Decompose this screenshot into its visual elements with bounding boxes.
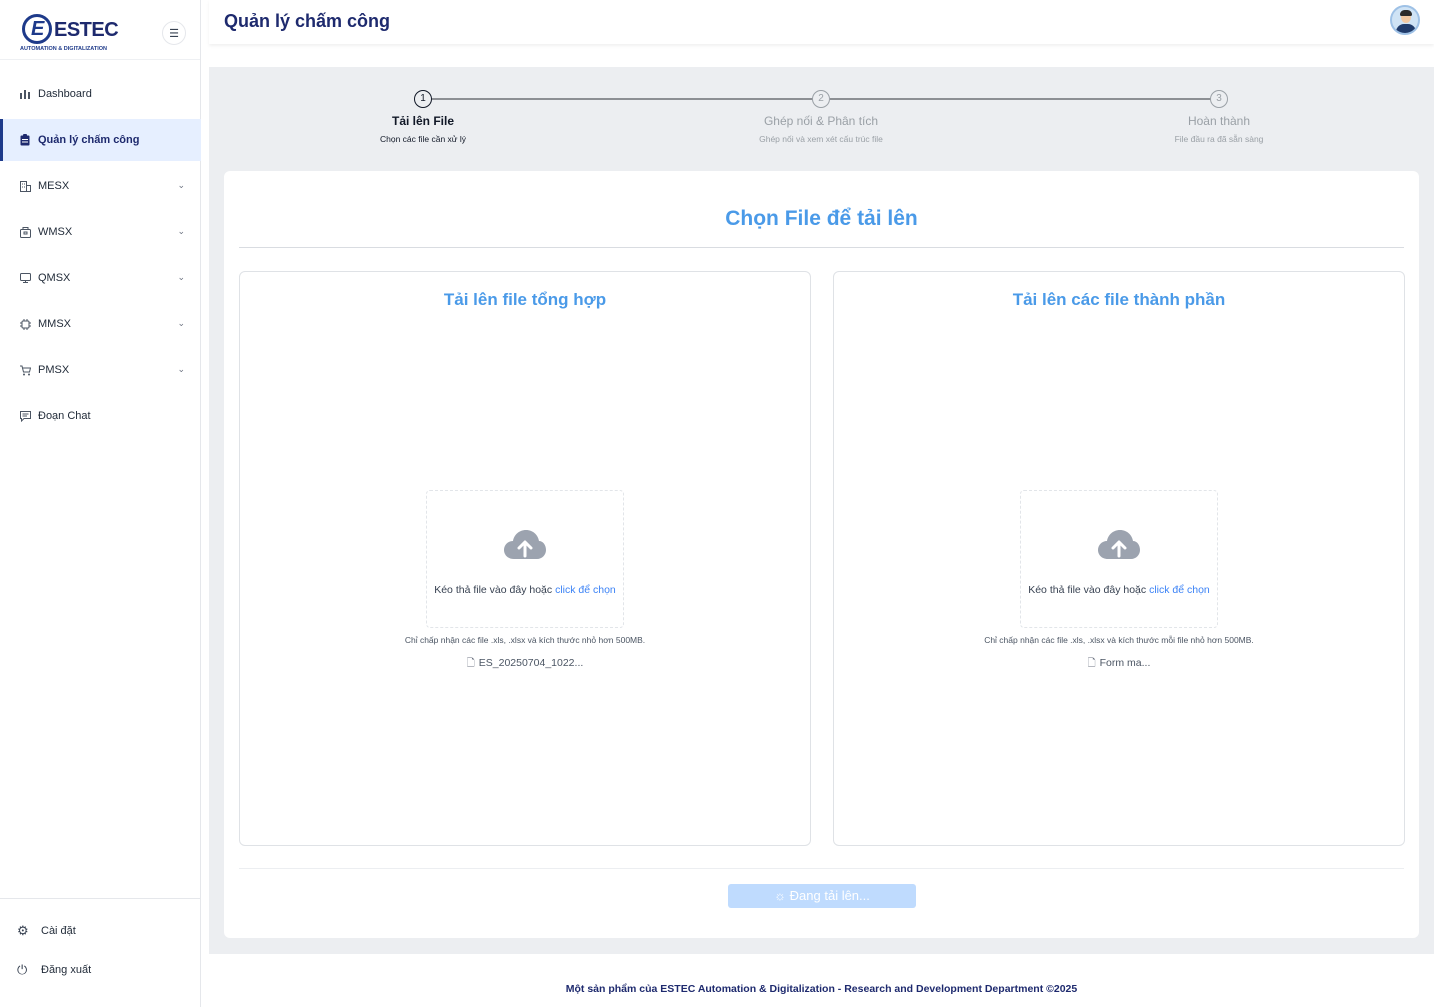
sidebar-bottom: ⚙ Cài đặt ⏻ Đăng xuất bbox=[0, 898, 201, 989]
click-to-choose-link[interactable]: click để chọn bbox=[1149, 584, 1210, 596]
sidebar-item-label: QMSX bbox=[38, 272, 71, 284]
selected-file[interactable]: 🗋 Form ma... bbox=[834, 656, 1404, 673]
sidebar-item-wmsx[interactable]: WMSX ⌄ bbox=[0, 211, 201, 253]
chevron-down-icon: ⌄ bbox=[177, 364, 185, 374]
sidebar-item-attendance[interactable]: Quản lý chấm công bbox=[0, 119, 201, 161]
building-icon bbox=[19, 180, 31, 192]
step-number: 1 bbox=[414, 90, 432, 108]
card-title: Chọn File để tải lên bbox=[725, 207, 918, 230]
upload-button-label: Đang tải lên... bbox=[789, 888, 870, 903]
menu-toggle-button[interactable]: ☰ bbox=[162, 21, 186, 45]
component-files-panel: Tải lên các file thành phần Kéo thả file… bbox=[833, 271, 1405, 846]
dropzone-instruction: Kéo thả file vào đây hoặc bbox=[1028, 584, 1150, 596]
cart-icon bbox=[19, 364, 31, 376]
sidebar-item-pmsx[interactable]: PMSX ⌄ bbox=[0, 349, 201, 391]
brand-name: ESTEC bbox=[54, 19, 119, 41]
avatar-body bbox=[1396, 24, 1416, 33]
file-hint: Chỉ chấp nhận các file .xls, .xlsx và kí… bbox=[984, 635, 1254, 645]
sidebar-item-mmsx[interactable]: MMSX ⌄ bbox=[0, 303, 201, 345]
dropzone-instruction: Kéo thả file vào đây hoặc bbox=[434, 584, 556, 596]
monitor-icon bbox=[19, 272, 31, 284]
page-title: Quản lý chấm công bbox=[224, 11, 391, 31]
sidebar-item-label: MESX bbox=[38, 180, 70, 192]
upload-card: Chọn File để tải lên Tải lên file tổng h… bbox=[224, 171, 1419, 938]
panel-title: Tải lên các file thành phần bbox=[1012, 290, 1226, 309]
main-content: 1 Tải lên File Chọn các file cần xử lý 2… bbox=[209, 67, 1434, 954]
logo[interactable]: ESTEC AUTOMATION & DIGITALIZATION bbox=[20, 13, 119, 55]
step-subtitle: Ghép nối và xem xét cấu trúc file bbox=[759, 134, 883, 144]
logo-emblem-icon bbox=[22, 14, 52, 44]
chevron-down-icon: ⌄ bbox=[177, 272, 185, 282]
sidebar-item-label: PMSX bbox=[38, 364, 70, 376]
divider bbox=[239, 247, 1404, 248]
click-to-choose-link[interactable]: click để chọn bbox=[555, 584, 616, 596]
settings-label: Cài đặt bbox=[41, 924, 76, 937]
summary-file-panel: Tải lên file tổng hợp Kéo thả file vào đ… bbox=[239, 271, 811, 846]
spinner-icon: ☼ bbox=[774, 888, 790, 903]
power-icon: ⏻ bbox=[17, 961, 28, 977]
chevron-down-icon: ⌄ bbox=[177, 318, 185, 328]
sidebar-item-label: Dashboard bbox=[38, 88, 92, 100]
dropzone-text: Kéo thả file vào đây hoặc click để chọn bbox=[427, 584, 623, 596]
package-icon bbox=[19, 226, 31, 238]
step-merge: 2 Ghép nối & Phân tích Ghép nối và xem x… bbox=[721, 90, 921, 144]
chip-icon bbox=[19, 318, 31, 330]
sidebar-item-chat[interactable]: Đoạn Chat bbox=[0, 395, 201, 437]
step-label: Hoàn thành bbox=[1187, 114, 1251, 128]
clipboard-icon bbox=[19, 134, 31, 146]
sidebar-item-label: WMSX bbox=[38, 226, 73, 238]
step-subtitle: Chọn các file cần xử lý bbox=[379, 134, 466, 144]
chevron-down-icon: ⌄ bbox=[177, 226, 185, 236]
sidebar-item-label: MMSX bbox=[38, 318, 71, 330]
step-number: 3 bbox=[1210, 90, 1228, 108]
file-name: Form ma... bbox=[1099, 657, 1151, 669]
bar-chart-icon bbox=[19, 88, 31, 100]
settings-button[interactable]: ⚙ Cài đặt bbox=[0, 911, 201, 950]
logout-label: Đăng xuất bbox=[41, 963, 92, 976]
step-number: 2 bbox=[812, 90, 830, 108]
file-icon: 🗋 bbox=[1087, 658, 1096, 669]
file-name: ES_20250704_1022... bbox=[478, 657, 584, 669]
dropzone-text: Kéo thả file vào đây hoặc click để chọn bbox=[1021, 584, 1217, 596]
brand-tagline: AUTOMATION & DIGITALIZATION bbox=[20, 46, 107, 52]
step-label: Tải lên File bbox=[391, 114, 454, 128]
uploading-button[interactable]: ☼ Đang tải lên... bbox=[728, 884, 916, 908]
sidebar-item-label: Quản lý chấm công bbox=[38, 134, 140, 146]
sidebar-item-label: Đoạn Chat bbox=[38, 410, 91, 422]
step-label: Ghép nối & Phân tích bbox=[763, 114, 879, 128]
sidebar-nav: Dashboard Quản lý chấm công MESX ⌄ WMSX … bbox=[0, 73, 201, 441]
cloud-upload-icon bbox=[504, 530, 546, 559]
step-upload: 1 Tải lên File Chọn các file cần xử lý bbox=[323, 90, 523, 144]
sidebar: ESTEC AUTOMATION & DIGITALIZATION ☰ Dash… bbox=[0, 0, 201, 1007]
chevron-down-icon: ⌄ bbox=[177, 180, 185, 190]
gear-icon: ⚙ bbox=[17, 922, 29, 938]
step-complete: 3 Hoàn thành File đầu ra đã sẵn sàng bbox=[1119, 90, 1319, 144]
stepper: 1 Tải lên File Chọn các file cần xử lý 2… bbox=[209, 87, 1434, 157]
summary-dropzone[interactable]: Kéo thả file vào đây hoặc click để chọn bbox=[426, 490, 624, 628]
logo-row: ESTEC AUTOMATION & DIGITALIZATION ☰ bbox=[0, 0, 200, 60]
sidebar-item-dashboard[interactable]: Dashboard bbox=[0, 73, 201, 115]
footer-text: Một sản phẩm của ESTEC Automation & Digi… bbox=[565, 983, 1078, 995]
divider bbox=[239, 868, 1404, 869]
step-subtitle: File đầu ra đã sẵn sàng bbox=[1174, 134, 1264, 144]
hamburger-icon: ☰ bbox=[169, 27, 179, 40]
selected-file[interactable]: 🗋 ES_20250704_1022... bbox=[240, 656, 810, 673]
avatar[interactable] bbox=[1390, 5, 1420, 35]
logout-button[interactable]: ⏻ Đăng xuất bbox=[0, 950, 201, 989]
avatar-hair bbox=[1400, 10, 1412, 16]
sidebar-item-qmsx[interactable]: QMSX ⌄ bbox=[0, 257, 201, 299]
cloud-upload-icon bbox=[1098, 530, 1140, 559]
chat-icon bbox=[19, 410, 31, 422]
file-icon: 🗋 bbox=[466, 658, 475, 669]
panel-title: Tải lên file tổng hợp bbox=[443, 290, 607, 309]
file-hint: Chỉ chấp nhận các file .xls, .xlsx và kí… bbox=[404, 635, 646, 645]
sidebar-item-mesx[interactable]: MESX ⌄ bbox=[0, 165, 201, 207]
top-header: Quản lý chấm công bbox=[209, 0, 1434, 44]
components-dropzone[interactable]: Kéo thả file vào đây hoặc click để chọn bbox=[1020, 490, 1218, 628]
